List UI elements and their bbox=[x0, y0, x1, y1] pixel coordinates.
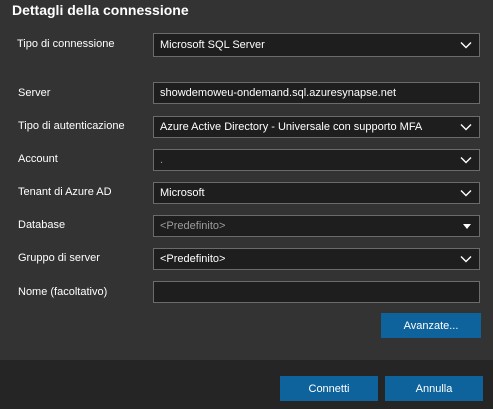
connection-type-value: Microsoft SQL Server bbox=[160, 39, 265, 51]
caret-down-icon[interactable] bbox=[463, 224, 471, 229]
server-group-select[interactable]: <Predefinito> bbox=[153, 248, 480, 270]
tenant-label: Tenant di Azure AD bbox=[18, 186, 112, 198]
auth-type-value: Azure Active Directory - Universale con … bbox=[160, 121, 423, 133]
chevron-down-icon bbox=[460, 190, 472, 197]
database-value: <Predefinito> bbox=[160, 220, 226, 232]
account-label: Account bbox=[18, 153, 58, 165]
name-input[interactable] bbox=[153, 281, 480, 303]
name-label: Nome (facoltativo) bbox=[18, 286, 108, 298]
dialog-title: Dettagli della connessione bbox=[12, 2, 189, 18]
server-group-value: <Predefinito> bbox=[160, 253, 226, 265]
advanced-button[interactable]: Avanzate... bbox=[381, 313, 481, 338]
tenant-value: Microsoft bbox=[160, 187, 205, 199]
server-input[interactable]: showdemoweu-ondemand.sql.azuresynapse.ne… bbox=[153, 82, 480, 104]
server-label: Server bbox=[18, 87, 51, 99]
database-label: Database bbox=[18, 219, 66, 231]
tenant-select[interactable]: Microsoft bbox=[153, 182, 480, 204]
account-value: . bbox=[160, 154, 164, 166]
connection-type-select[interactable]: Microsoft SQL Server bbox=[153, 33, 480, 57]
chevron-down-icon bbox=[460, 256, 472, 263]
cancel-button[interactable]: Annulla bbox=[385, 376, 483, 401]
auth-type-select[interactable]: Azure Active Directory - Universale con … bbox=[153, 116, 480, 138]
server-group-label: Gruppo di server bbox=[18, 252, 100, 264]
connection-type-label: Tipo di connessione bbox=[17, 38, 115, 50]
database-combobox[interactable]: <Predefinito> bbox=[153, 215, 480, 237]
server-value: showdemoweu-ondemand.sql.azuresynapse.ne… bbox=[160, 87, 397, 99]
auth-type-label: Tipo di autenticazione bbox=[18, 120, 125, 132]
account-select[interactable]: . bbox=[153, 149, 480, 171]
connect-button[interactable]: Connetti bbox=[280, 376, 378, 401]
chevron-down-icon bbox=[460, 42, 472, 49]
chevron-down-icon bbox=[460, 124, 472, 131]
chevron-down-icon bbox=[460, 157, 472, 164]
